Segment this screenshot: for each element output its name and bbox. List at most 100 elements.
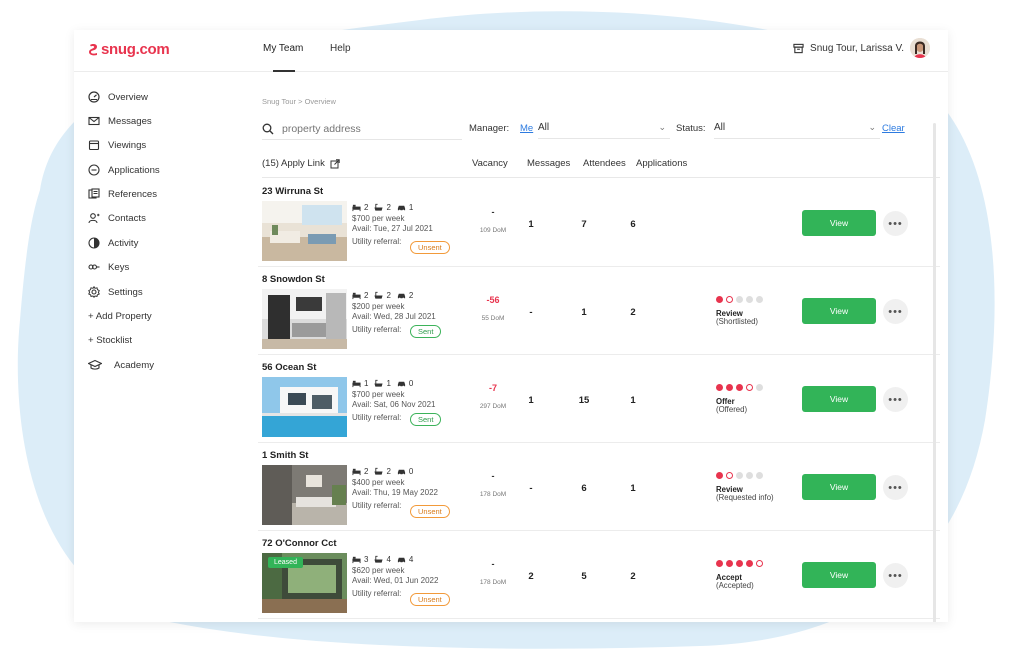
progress-step — [736, 384, 743, 391]
sidebar-item-label: Viewings — [108, 139, 147, 151]
sidebar-item-label: Overview — [108, 91, 148, 103]
baths-count: 1 — [386, 379, 391, 388]
available-date: Avail: Sat, 06 Nov 2021 — [352, 400, 436, 409]
status-select[interactable]: All ⌄ — [714, 117, 880, 139]
scrollbar[interactable] — [933, 123, 936, 622]
view-button[interactable]: View — [802, 474, 876, 500]
baths-count: 4 — [386, 555, 391, 564]
sidebar-item-academy[interactable]: Academy — [88, 358, 154, 372]
table-row[interactable]: 1 Smith St 2 2 0 $400 per week Avail: Th… — [258, 443, 940, 531]
substage-label: (Offered) — [716, 405, 748, 414]
beds-count: 2 — [364, 291, 369, 300]
table-row[interactable]: 56 Ocean St 1 1 0 $700 per week Avail: S… — [258, 355, 940, 443]
car-icon — [397, 381, 406, 388]
more-options-button[interactable]: ••• — [883, 211, 908, 236]
bed-icon — [352, 204, 361, 212]
breadcrumb[interactable]: Snug Tour > Overview — [262, 97, 336, 106]
sidebar-item-contacts[interactable]: Contacts — [88, 211, 146, 225]
sidebar-item-add-property[interactable]: + Add Property — [88, 309, 152, 323]
sidebar-item-keys[interactable]: Keys — [88, 260, 129, 274]
search-box[interactable] — [262, 118, 462, 140]
property-photo[interactable]: Leased — [262, 553, 347, 613]
applications-count: 2 — [630, 307, 636, 318]
clear-filters-link[interactable]: Clear — [882, 123, 905, 134]
property-title[interactable]: 8 Snowdon St — [262, 274, 325, 285]
sidebar-item-overview[interactable]: Overview — [88, 90, 148, 104]
bath-icon — [374, 203, 384, 211]
view-button[interactable]: View — [802, 298, 876, 324]
sidebar-item-messages[interactable]: Messages — [88, 114, 152, 128]
table-row[interactable]: 8 Snowdon St 2 2 2 $200 per week Avail: … — [258, 267, 940, 355]
available-date: Avail: Wed, 01 Jun 2022 — [352, 576, 439, 585]
property-photo[interactable] — [262, 201, 347, 261]
days-on-market: 297 DoM — [479, 403, 507, 410]
utility-status-badge[interactable]: Sent — [410, 325, 442, 338]
utility-status-badge[interactable]: Unsent — [410, 241, 450, 254]
bed-icon — [352, 468, 361, 476]
application-progress — [716, 472, 763, 479]
more-options-button[interactable]: ••• — [883, 563, 908, 588]
sidebar-item-applications[interactable]: Applications — [88, 163, 160, 177]
property-photo[interactable] — [262, 289, 347, 349]
search-input[interactable] — [282, 122, 442, 135]
view-button[interactable]: View — [802, 210, 876, 236]
external-link-icon — [330, 158, 340, 168]
property-title[interactable]: 72 O'Connor Cct — [262, 538, 337, 549]
attendees-count: 1 — [581, 307, 587, 318]
calendar-icon — [88, 140, 100, 151]
more-options-button[interactable]: ••• — [883, 299, 908, 324]
snug-logo-icon — [89, 44, 98, 56]
attendees-count: 5 — [581, 571, 587, 582]
property-title[interactable]: 1 Smith St — [262, 450, 308, 461]
utility-status-badge[interactable]: Unsent — [410, 505, 450, 518]
active-tab-indicator — [273, 70, 295, 72]
property-specs: 2 2 2 — [352, 291, 413, 300]
available-date: Avail: Thu, 19 May 2022 — [352, 488, 438, 497]
property-title[interactable]: 23 Wirruna St — [262, 186, 323, 197]
progress-step — [726, 472, 733, 479]
beds-count: 1 — [364, 379, 369, 388]
tab-help[interactable]: Help — [330, 43, 351, 54]
sidebar-item-label: + Stocklist — [88, 334, 132, 346]
column-applications: Applications — [636, 158, 688, 169]
status-filter-label: Status: — [676, 123, 706, 134]
logo-text: snug.com — [101, 41, 170, 58]
property-title[interactable]: 56 Ocean St — [262, 362, 316, 373]
sidebar-item-viewings[interactable]: Viewings — [88, 138, 146, 152]
property-photo[interactable] — [262, 377, 347, 437]
manager-select[interactable]: All ⌄ — [538, 117, 670, 139]
sidebar-item-settings[interactable]: Settings — [88, 285, 143, 299]
more-options-button[interactable]: ••• — [883, 475, 908, 500]
vacancy-days: - — [491, 559, 495, 569]
substage-label: (Accepted) — [716, 581, 754, 590]
sidebar-item-activity[interactable]: Activity — [88, 236, 138, 250]
property-specs: 1 1 0 — [352, 379, 413, 388]
view-button[interactable]: View — [802, 386, 876, 412]
weekly-price: $620 per week — [352, 566, 405, 575]
utility-status-badge[interactable]: Sent — [410, 413, 442, 426]
property-photo[interactable] — [262, 465, 347, 525]
manager-me-link[interactable]: Me — [520, 123, 533, 134]
progress-step — [756, 472, 763, 479]
sidebar-item-references[interactable]: References — [88, 187, 157, 201]
avatar[interactable] — [910, 38, 930, 58]
table-row[interactable]: 72 O'Connor Cct Leased 3 4 4 $620 per we… — [258, 531, 940, 619]
logo[interactable]: snug.com — [88, 41, 170, 58]
more-options-button[interactable]: ••• — [883, 387, 908, 412]
tab-my-team[interactable]: My Team — [263, 43, 303, 54]
property-specs: 2 2 0 — [352, 467, 413, 476]
sidebar-item-stocklist[interactable]: + Stocklist — [88, 333, 132, 347]
user-menu[interactable]: Snug Tour, Larissa V. — [793, 38, 930, 58]
days-on-market: 55 DoM — [481, 315, 505, 322]
utility-status-badge[interactable]: Unsent — [410, 593, 450, 606]
vacancy-days: - — [491, 207, 495, 217]
table-row[interactable]: 23 Wirruna St 2 2 1 $700 per week Avail:… — [258, 179, 940, 267]
progress-step — [746, 296, 753, 303]
archive-icon — [793, 43, 804, 53]
substage-label: (Requested info) — [716, 493, 774, 502]
apply-link[interactable]: (15) Apply Link — [262, 158, 340, 169]
view-button[interactable]: View — [802, 562, 876, 588]
mail-icon — [88, 116, 100, 126]
contacts-icon — [88, 213, 100, 224]
progress-step — [736, 472, 743, 479]
